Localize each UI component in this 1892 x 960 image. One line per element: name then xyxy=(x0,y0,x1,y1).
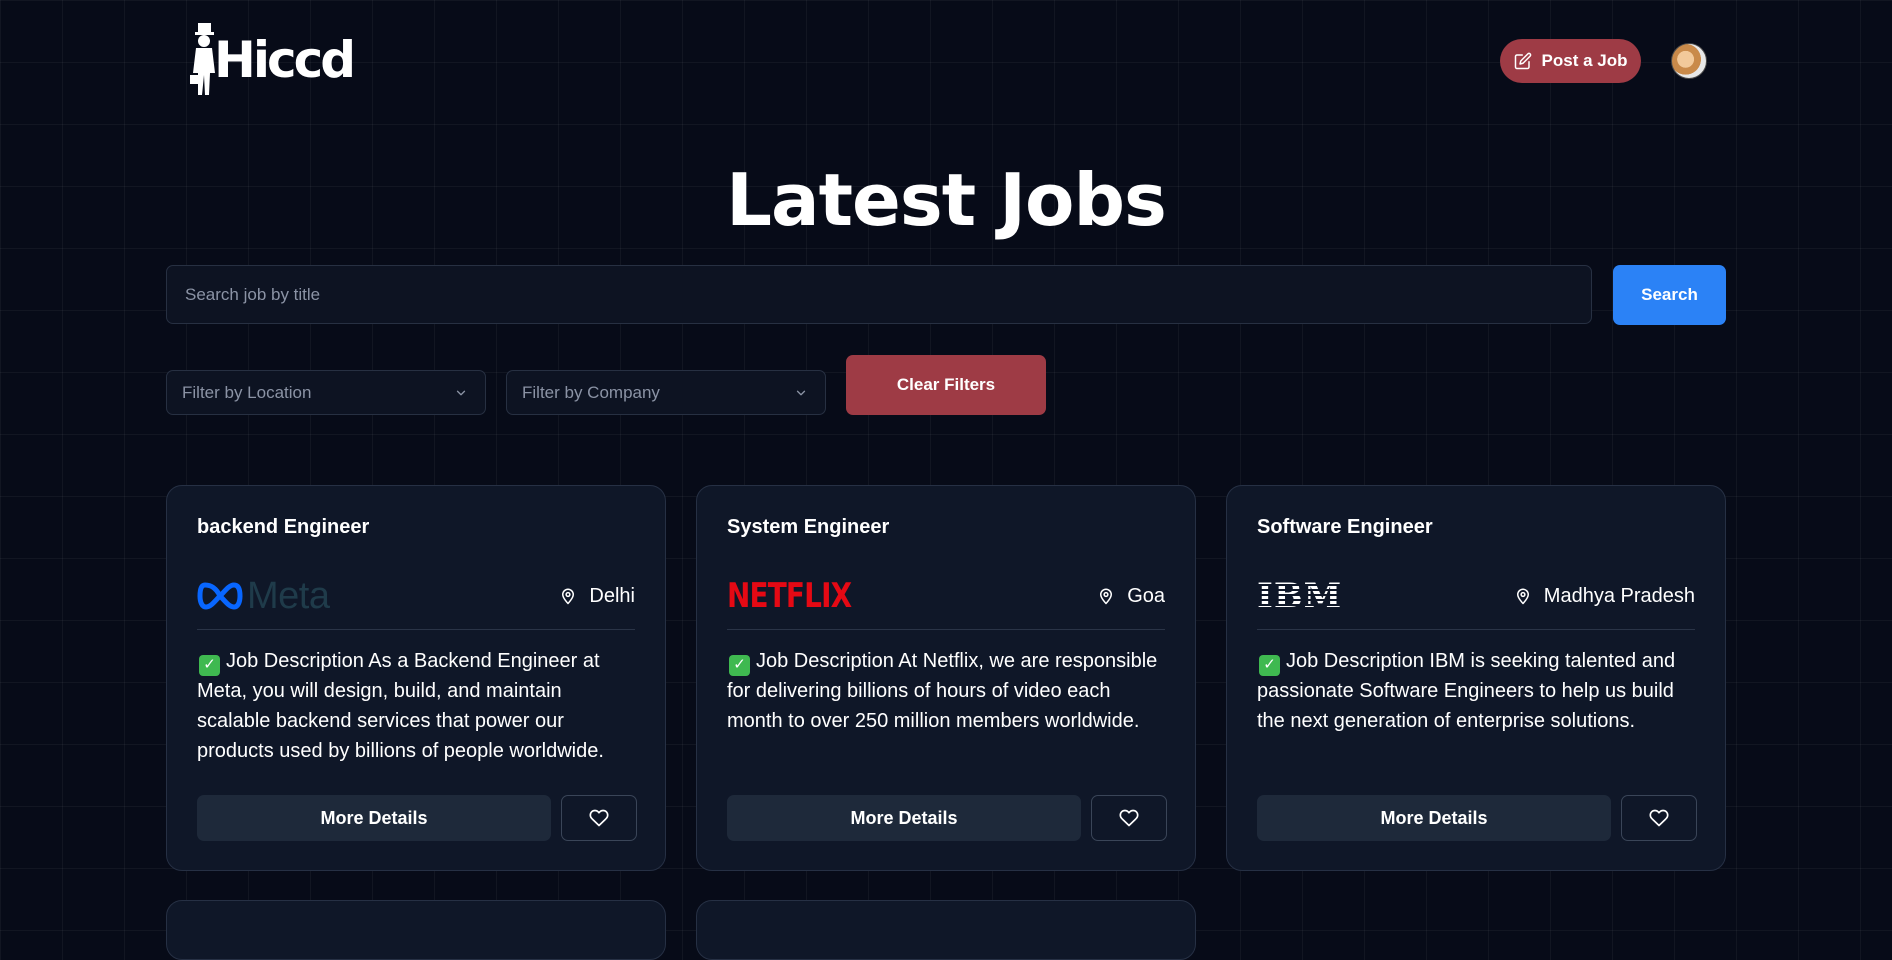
job-card: Software Engineer IBM Madhya Pradesh ✓ Jo… xyxy=(1226,485,1726,871)
more-details-button[interactable]: More Details xyxy=(197,795,551,841)
company-logo: Meta xyxy=(197,574,330,618)
more-details-button[interactable]: More Details xyxy=(1257,795,1611,841)
post-job-button[interactable]: Post a Job xyxy=(1500,39,1641,83)
page-title: Latest Jobs xyxy=(726,158,1167,242)
job-title: Software Engineer xyxy=(1257,516,1433,538)
company-logo-text: IBM xyxy=(1257,576,1343,616)
job-location: Goa xyxy=(1097,585,1165,608)
job-description-text: Job Description At Netflix, we are respo… xyxy=(727,650,1158,732)
job-description-text: Job Description IBM is seeking talented … xyxy=(1257,650,1676,732)
job-card: backend Engineer Meta Delhi ✓ Job Descrip… xyxy=(166,485,666,871)
map-pin-icon xyxy=(1100,588,1113,605)
map-pin-icon xyxy=(562,588,575,605)
job-company-row: Meta Delhi xyxy=(197,571,635,630)
location-filter-label: Filter by Location xyxy=(182,382,312,402)
job-location: Madhya Pradesh xyxy=(1514,585,1695,608)
job-card-partial xyxy=(696,900,1196,960)
job-description: ✓ Job Description IBM is seeking talented… xyxy=(1257,646,1695,736)
heart-icon xyxy=(589,809,609,827)
job-card: System Engineer NETFLIX Goa ✓ Job Descrip… xyxy=(696,485,1196,871)
check-box-icon: ✓ xyxy=(199,654,220,676)
job-description: ✓ Job Description As a Backend Engineer a… xyxy=(197,646,635,766)
check-box-icon: ✓ xyxy=(1259,654,1280,676)
company-logo-text: NETFLIX xyxy=(727,576,852,616)
job-company-row: IBM Madhya Pradesh xyxy=(1257,571,1695,630)
heart-icon xyxy=(1119,809,1139,827)
company-filter-label: Filter by Company xyxy=(522,382,660,402)
search-input[interactable] xyxy=(166,265,1592,324)
logo-wordmark: Hiccd xyxy=(214,31,356,89)
job-company-row: NETFLIX Goa xyxy=(727,571,1165,630)
favorite-button[interactable] xyxy=(1091,795,1167,841)
site-logo[interactable]: Hiccd xyxy=(190,22,356,98)
company-filter-select[interactable]: Filter by Company xyxy=(506,370,826,415)
map-pin-icon xyxy=(1516,588,1529,605)
job-location-label: Delhi xyxy=(589,584,635,607)
search-button[interactable]: Search xyxy=(1613,265,1726,325)
favorite-button[interactable] xyxy=(561,795,637,841)
user-avatar[interactable] xyxy=(1671,43,1707,79)
job-location-label: Goa xyxy=(1127,584,1165,607)
job-location: Delhi xyxy=(559,585,635,608)
job-location-label: Madhya Pradesh xyxy=(1543,584,1695,607)
job-card-partial xyxy=(166,900,666,960)
heart-icon xyxy=(1649,809,1669,827)
chevron-down-icon xyxy=(456,390,466,395)
more-details-button[interactable]: More Details xyxy=(727,795,1081,841)
job-description-text: Job Description As a Backend Engineer at… xyxy=(197,650,604,762)
favorite-button[interactable] xyxy=(1621,795,1697,841)
location-filter-select[interactable]: Filter by Location xyxy=(166,370,486,415)
job-description: ✓ Job Description At Netflix, we are resp… xyxy=(727,646,1165,736)
job-title: backend Engineer xyxy=(197,516,370,538)
job-title: System Engineer xyxy=(727,516,890,538)
clear-filters-button[interactable]: Clear Filters xyxy=(846,355,1046,415)
check-box-icon: ✓ xyxy=(729,654,750,676)
post-job-label: Post a Job xyxy=(1541,51,1628,70)
company-logo-text: Meta xyxy=(247,574,330,617)
edit-icon xyxy=(1514,52,1531,70)
meta-infinity-icon xyxy=(197,582,243,610)
chevron-down-icon xyxy=(796,390,806,395)
